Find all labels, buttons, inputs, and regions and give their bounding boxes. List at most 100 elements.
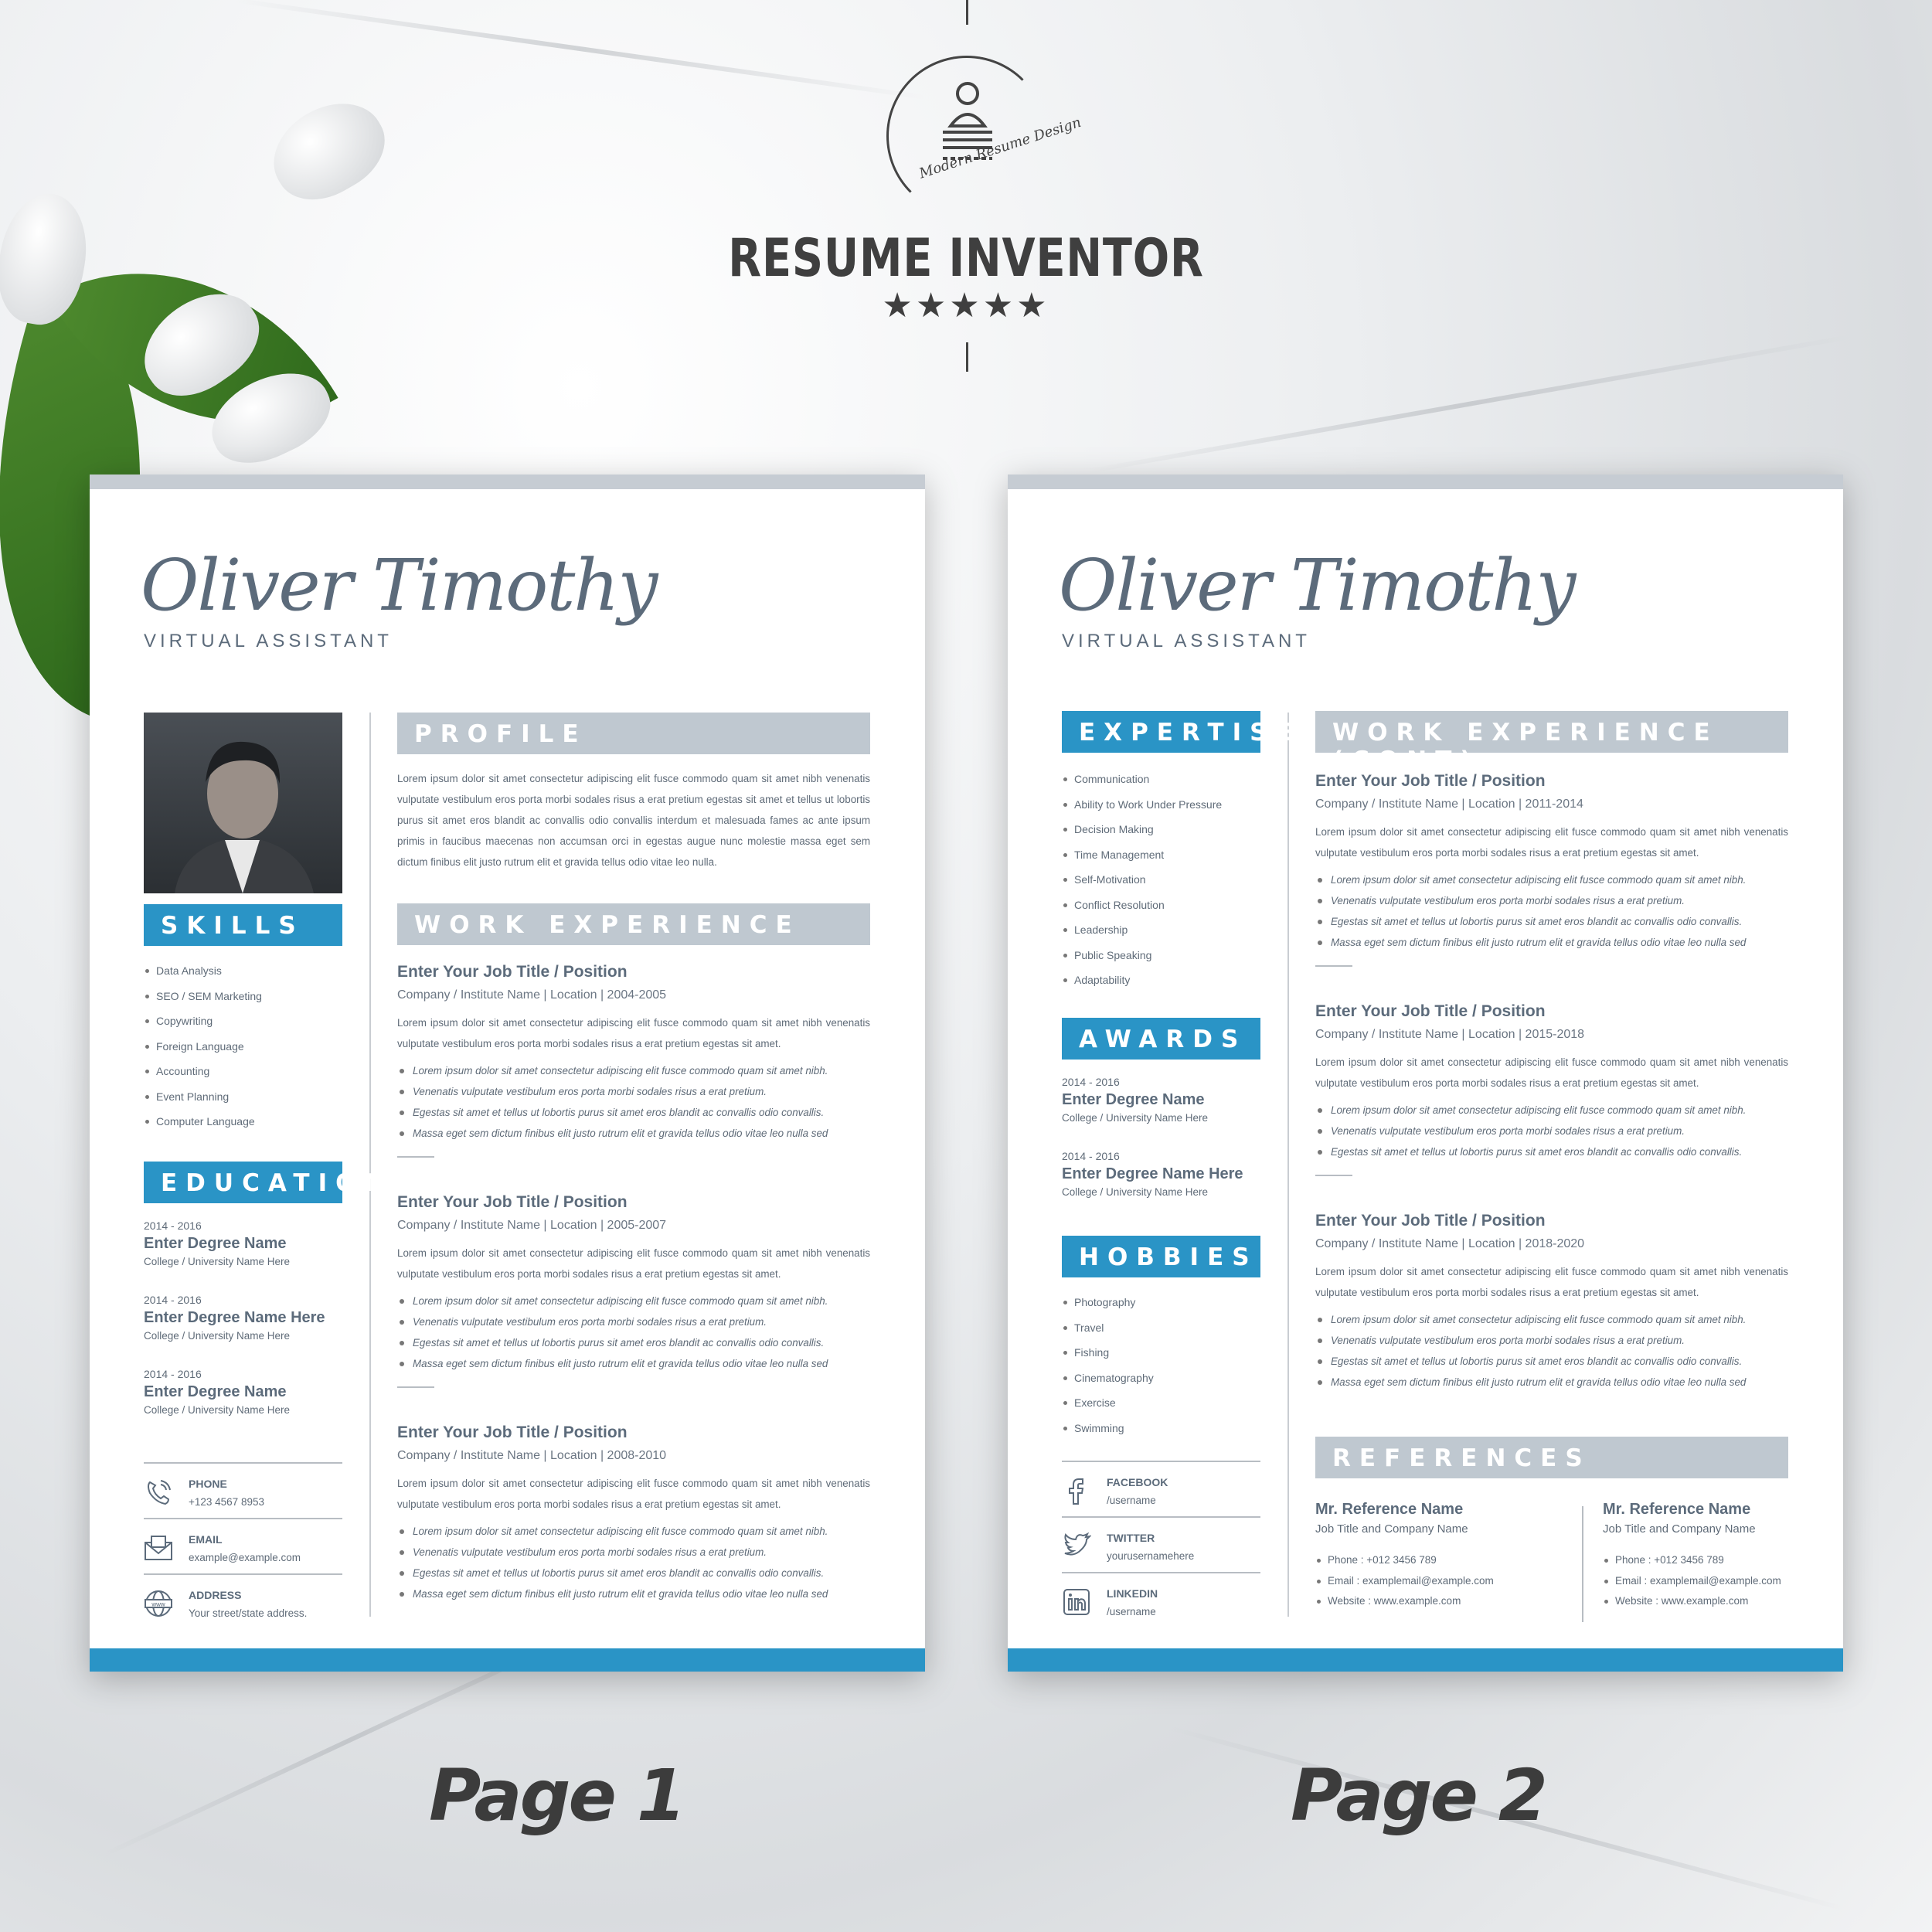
list-item: Photography bbox=[1062, 1290, 1260, 1315]
job-bullet: Venenatis vulputate vestibulum eros port… bbox=[1315, 890, 1788, 911]
list-item: Exercise bbox=[1062, 1390, 1260, 1416]
bottom-bar bbox=[90, 1648, 925, 1672]
expertise-list: Communication Ability to Work Under Press… bbox=[1062, 767, 1260, 993]
job-entry: Enter Your Job Title / Position Company /… bbox=[397, 1192, 870, 1388]
job-title: Enter Your Job Title / Position bbox=[397, 1423, 628, 1441]
entry-degree: Enter Degree Name Here bbox=[1062, 1165, 1243, 1182]
job-bullet: Venenatis vulputate vestibulum eros port… bbox=[397, 1542, 870, 1563]
reference-contacts: Phone : +012 3456 789 Email : examplemail… bbox=[1315, 1550, 1563, 1612]
job-separator bbox=[1315, 965, 1352, 967]
job-bullet: Lorem ipsum dolor sit amet consectetur a… bbox=[397, 1060, 870, 1081]
page-1-label: Page 1 bbox=[429, 1754, 686, 1837]
list-item: Travel bbox=[1062, 1315, 1260, 1341]
reference-name: Mr. Reference Name bbox=[1603, 1501, 1751, 1518]
list-item: Time Management bbox=[1062, 842, 1260, 868]
entry-date: 2014 - 2016 bbox=[1062, 1150, 1120, 1162]
contact-value: example@example.com bbox=[189, 1552, 301, 1563]
entry-date: 2014 - 2016 bbox=[144, 1294, 202, 1306]
list-item: Foreign Language bbox=[144, 1034, 342, 1060]
list-item: Ability to Work Under Pressure bbox=[1062, 792, 1260, 818]
awards-list: 2014 - 2016 Enter Degree Name College / Un… bbox=[1062, 1074, 1260, 1223]
list-item: Copywriting bbox=[144, 1009, 342, 1034]
facebook-icon bbox=[1069, 1478, 1084, 1505]
entry-college: College / University Name Here bbox=[144, 1404, 291, 1416]
job-separator bbox=[1315, 1175, 1352, 1176]
contact-list: PHONE +123 4567 8953 EMAIL example@example.… bbox=[144, 1462, 342, 1629]
list-item: Computer Language bbox=[144, 1109, 342, 1134]
reference-website: Website : www.example.com bbox=[1603, 1591, 1850, 1612]
job-bullet: Massa eget sem dictum finibus elit justo… bbox=[1315, 932, 1788, 953]
reference-divider bbox=[1582, 1506, 1583, 1622]
reference-job: Job Title and Company Name bbox=[1603, 1522, 1756, 1536]
expertise-header: EXPERTISE bbox=[1062, 711, 1292, 753]
column-divider bbox=[369, 713, 371, 1617]
job-bullet: Lorem ipsum dolor sit amet consectetur a… bbox=[397, 1291, 870, 1311]
job-bullet: Egestas sit amet et tellus ut lobortis p… bbox=[1315, 1351, 1788, 1372]
list-item: Adaptability bbox=[1062, 968, 1260, 993]
envelope-icon bbox=[145, 1536, 172, 1560]
reference-job: Job Title and Company Name bbox=[1315, 1522, 1468, 1536]
reference-name: Mr. Reference Name bbox=[1315, 1501, 1464, 1518]
education-entry: 2014 - 2016 Enter Degree Name College / Un… bbox=[1062, 1074, 1260, 1127]
job-description: Lorem ipsum dolor sit amet consectetur a… bbox=[397, 1247, 870, 1280]
profile-text: Lorem ipsum dolor sit amet consectetur a… bbox=[397, 773, 870, 868]
entry-college: College / University Name Here bbox=[144, 1330, 291, 1342]
contact-item: FACEBOOK/username bbox=[1062, 1461, 1260, 1516]
page-2-label: Page 2 bbox=[1291, 1754, 1548, 1837]
references-header: REFERENCES bbox=[1315, 1437, 1788, 1478]
awards-header: AWARDS bbox=[1062, 1018, 1260, 1060]
contact-label: EMAIL bbox=[189, 1533, 223, 1546]
entry-college: College / University Name Here bbox=[1062, 1112, 1209, 1124]
job-meta: Company / Institute Name | Location | 20… bbox=[397, 988, 667, 1002]
job-title: Enter Your Job Title / Position bbox=[1315, 1212, 1546, 1230]
person-photo-image bbox=[175, 741, 314, 893]
contact-value: /username bbox=[1107, 1495, 1156, 1506]
profile-photo bbox=[144, 713, 342, 893]
job-meta: Company / Institute Name | Location | 20… bbox=[397, 1449, 667, 1462]
contact-label: LINKEDIN bbox=[1107, 1587, 1158, 1600]
contact-label: ADDRESS bbox=[189, 1589, 242, 1601]
phone-icon bbox=[148, 1480, 171, 1505]
contact-label: FACEBOOK bbox=[1107, 1476, 1168, 1488]
job-bullet: Lorem ipsum dolor sit amet consectetur a… bbox=[1315, 869, 1788, 890]
job-bullets: Lorem ipsum dolor sit amet consectetur a… bbox=[1315, 1100, 1788, 1162]
job-entry: Enter Your Job Title / Position Company /… bbox=[397, 961, 870, 1158]
marble-vein bbox=[1087, 335, 1849, 474]
job-bullet: Venenatis vulputate vestibulum eros port… bbox=[397, 1311, 870, 1332]
job-bullet: Egestas sit amet et tellus ut lobortis p… bbox=[397, 1102, 870, 1123]
person-name: Oliver Timothy bbox=[141, 544, 658, 627]
reference-contacts: Phone : +012 3456 789 Email : examplemail… bbox=[1603, 1550, 1850, 1612]
education-list: 2014 - 2016 Enter Degree Name College / Un… bbox=[144, 1218, 342, 1440]
entry-degree: Enter Degree Name bbox=[1062, 1091, 1205, 1108]
education-entry: 2014 - 2016 Enter Degree Name College / Un… bbox=[144, 1218, 342, 1270]
list-item: Cinematography bbox=[1062, 1366, 1260, 1391]
top-bar bbox=[90, 474, 925, 489]
reference-card: Mr. Reference Name Job Title and Company … bbox=[1315, 1499, 1563, 1612]
job-description: Lorem ipsum dolor sit amet consectetur a… bbox=[397, 1478, 870, 1510]
reference-email: Email : examplemail@example.com bbox=[1603, 1571, 1850, 1592]
resume-page-2: Oliver Timothy VIRTUAL ASSISTANT EXPERTI… bbox=[1008, 474, 1843, 1672]
job-bullet: Massa eget sem dictum finibus elit justo… bbox=[397, 1583, 870, 1604]
job-bullets: Lorem ipsum dolor sit amet consectetur a… bbox=[1315, 1309, 1788, 1393]
entry-degree: Enter Degree Name bbox=[144, 1235, 287, 1252]
education-entry: 2014 - 2016 Enter Degree Name Here College… bbox=[1062, 1148, 1260, 1201]
job-bullets: Lorem ipsum dolor sit amet consectetur a… bbox=[397, 1291, 870, 1374]
contact-item: PHONE +123 4567 8953 bbox=[144, 1462, 342, 1518]
job-description: Lorem ipsum dolor sit amet consectetur a… bbox=[1315, 826, 1788, 859]
contact-value: +123 4567 8953 bbox=[189, 1496, 264, 1508]
profile-header: PROFILE bbox=[397, 713, 870, 754]
job-list: Enter Your Job Title / Position Company /… bbox=[1315, 770, 1788, 1393]
job-bullet: Egestas sit amet et tellus ut lobortis p… bbox=[1315, 911, 1788, 932]
job-bullet: Massa eget sem dictum finibus elit justo… bbox=[397, 1123, 870, 1144]
list-item: SEO / SEM Marketing bbox=[144, 984, 342, 1009]
job-bullet: Egestas sit amet et tellus ut lobortis p… bbox=[1315, 1141, 1788, 1162]
job-title: Enter Your Job Title / Position bbox=[1315, 772, 1546, 790]
job-meta: Company / Institute Name | Location | 20… bbox=[397, 1219, 667, 1232]
list-item: Swimming bbox=[1062, 1416, 1260, 1441]
list-item: Public Speaking bbox=[1062, 943, 1260, 968]
contact-item: www ADDRESS Your street/state address. bbox=[144, 1573, 342, 1629]
job-meta: Company / Institute Name | Location | 20… bbox=[1315, 798, 1583, 811]
list-item: Conflict Resolution bbox=[1062, 893, 1260, 918]
job-bullet: Venenatis vulputate vestibulum eros port… bbox=[1315, 1330, 1788, 1351]
resume-page-1: Oliver Timothy VIRTUAL ASSISTANT SKILLS … bbox=[90, 474, 925, 1672]
